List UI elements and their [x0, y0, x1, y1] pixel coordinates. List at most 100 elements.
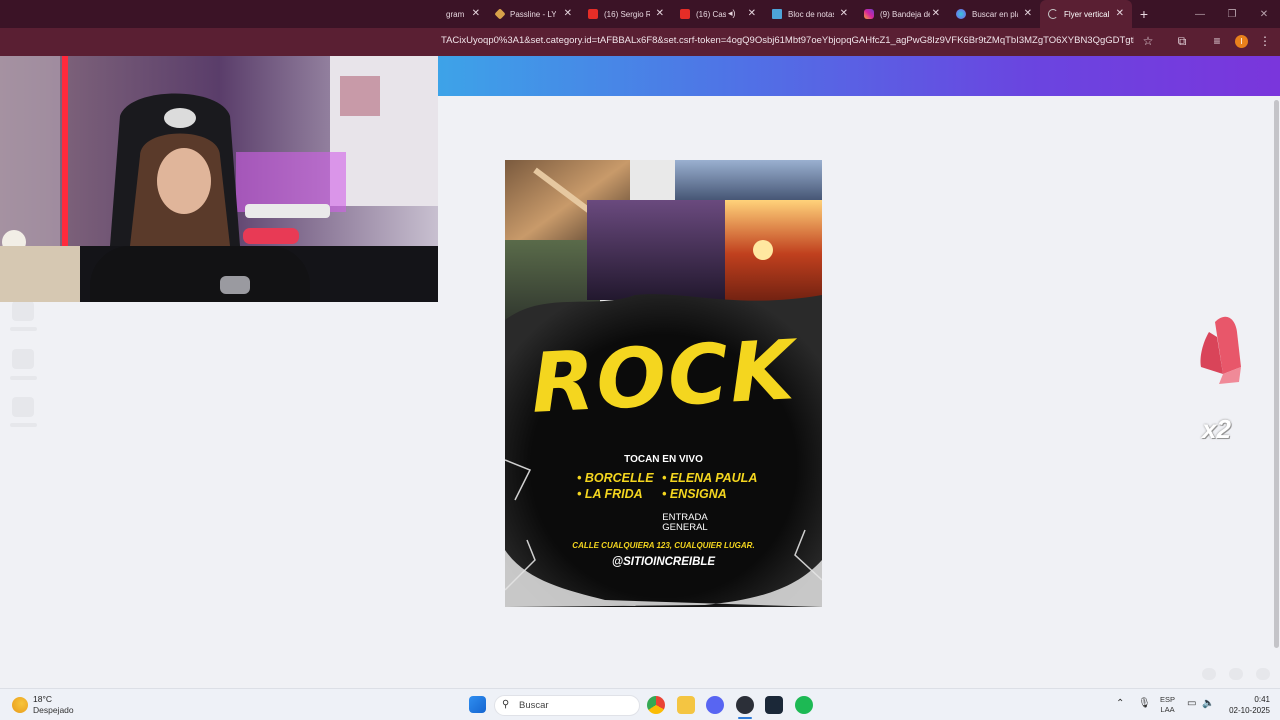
close-icon[interactable]: ✕: [656, 8, 664, 20]
youtube-favicon-icon: [588, 9, 598, 19]
tab-passline[interactable]: Passline - LYRIC ✕: [488, 0, 580, 28]
band-name: • BORCELLE: [577, 471, 654, 485]
entrada-label: ENTRADA GENERAL: [655, 513, 715, 533]
page-content: ROCK TOCAN EN VIVO • BORCELLE • LA FRIDA…: [0, 56, 1280, 688]
maximize-icon[interactable]: ❐: [1216, 9, 1248, 20]
purple-glow: [236, 152, 346, 212]
taskbar-search[interactable]: ⚲ Buscar: [494, 695, 640, 716]
active-app-indicator: [738, 717, 752, 719]
tab-strip-spacer: [0, 0, 438, 28]
keyboard-layout: LAA: [1160, 705, 1175, 714]
volume-icon[interactable]: 🔈: [1202, 698, 1214, 709]
instagram-favicon-icon: [864, 9, 874, 19]
discord-icon[interactable]: [706, 696, 724, 714]
close-icon[interactable]: ✕: [932, 8, 940, 20]
tab-youtube-sergio[interactable]: (16) Sergio Reyes ✕: [580, 0, 672, 28]
obs-icon[interactable]: [736, 696, 754, 714]
clock-time: 0:41: [1254, 695, 1270, 704]
bookmark-star-icon[interactable]: ☆: [1140, 34, 1156, 48]
neon-light-strip: [62, 56, 68, 246]
skeleton-item: [1202, 668, 1216, 680]
flyer-subtitle: TOCAN EN VIVO: [624, 454, 703, 465]
tab-title: Bloc de notas: [788, 9, 834, 19]
tab-title: (9) Bandeja de entrada: [880, 9, 930, 19]
tab-flyer-vertical[interactable]: Flyer vertical ✕: [1040, 0, 1132, 28]
window-blinds: [0, 56, 60, 246]
band-name: • ENSIGNA: [662, 487, 727, 501]
chevron-up-icon[interactable]: ⌃: [1116, 698, 1124, 709]
tab-youtube-casa[interactable]: (16) Casa ◂) ✕: [672, 0, 764, 28]
language-indicator[interactable]: ESP LAA: [1160, 695, 1175, 715]
close-window-icon[interactable]: ✕: [1248, 9, 1280, 20]
page-scrollbar[interactable]: [1274, 100, 1279, 648]
tab-canva-search[interactable]: Buscar en plantillas ✕: [948, 0, 1040, 28]
skeleton-item: [12, 349, 34, 369]
taskbar: 18°C Despejado ⚲ Buscar ⌃ 🎙 ESP LAA ▭ 🔈 …: [0, 688, 1280, 720]
loading-icon: [1048, 9, 1058, 19]
mic-arm: [245, 204, 330, 218]
skeleton-item: [10, 327, 37, 331]
chair-logo: [164, 108, 196, 128]
url-field[interactable]: TACixUyoqp0%3A1&set.category.id=tAFBBALx…: [441, 35, 1134, 46]
window-controls: — ❐ ✕: [1184, 0, 1280, 28]
windows-start-icon[interactable]: [469, 696, 486, 713]
extensions-icon[interactable]: ⧉: [1174, 34, 1190, 49]
close-icon[interactable]: ✕: [564, 8, 572, 20]
close-icon[interactable]: ✕: [748, 8, 756, 20]
menu-kebab-icon[interactable]: ⋮: [1257, 34, 1273, 48]
flyer-handle: @SITIOINCREIBLE: [611, 556, 716, 568]
tab-instagram-inbox[interactable]: (9) Bandeja de entrada ✕: [856, 0, 948, 28]
reaction-multiplier: x2: [1202, 414, 1231, 444]
tab-bloc-de-notas[interactable]: Bloc de notas ✕: [764, 0, 856, 28]
close-icon[interactable]: ✕: [472, 8, 480, 20]
close-icon[interactable]: ✕: [1116, 8, 1124, 20]
file-explorer-icon[interactable]: [677, 696, 695, 714]
band-name: • LA FRIDA: [577, 487, 643, 501]
steam-icon[interactable]: [765, 696, 783, 714]
tab-instagram[interactable]: gram ✕: [438, 0, 488, 28]
desk-items: [0, 246, 80, 302]
system-clock[interactable]: 0:41 02-10-2025: [1222, 694, 1270, 716]
sweater: [90, 246, 310, 302]
notepad-favicon-icon: [772, 9, 782, 19]
entrada-line: GENERAL: [662, 522, 708, 533]
search-icon: ⚲: [502, 699, 510, 710]
webcam-scene: [0, 56, 438, 254]
flyer-preview[interactable]: ROCK TOCAN EN VIVO • BORCELLE • LA FRIDA…: [505, 160, 822, 607]
flyer-address: CALLE CUALQUIERA 123, CUALQUIER LUGAR.: [572, 541, 755, 550]
tab-title: Passline - LYRIC: [510, 9, 556, 19]
minimize-icon[interactable]: —: [1184, 9, 1216, 20]
skeleton-item: [12, 397, 34, 417]
tab-strip: gram ✕ Passline - LYRIC ✕ (16) Sergio Re…: [0, 0, 1280, 28]
skeleton-item: [10, 423, 37, 427]
face: [157, 148, 211, 214]
poster: [340, 76, 380, 116]
weather-moon-icon[interactable]: [12, 697, 28, 713]
hand: [220, 276, 250, 294]
spotify-icon[interactable]: [795, 696, 813, 714]
weather-temperature[interactable]: 18°C: [33, 694, 52, 704]
canva-header-gradient: [438, 56, 1280, 96]
band-name: • ELENA PAULA: [662, 471, 758, 485]
tab-title: (16) Sergio Reyes: [604, 9, 650, 19]
desk-area: [0, 246, 438, 302]
close-icon[interactable]: ✕: [840, 8, 848, 20]
skeleton-item: [10, 376, 37, 380]
tab-title: (16) Casa: [696, 9, 726, 19]
profile-avatar[interactable]: I: [1235, 35, 1248, 48]
stage-light-shape: [753, 240, 773, 260]
media-control-icon[interactable]: ≡: [1209, 34, 1225, 48]
praying-hands-icon: [1200, 316, 1241, 384]
flyer-title: ROCK: [528, 323, 799, 432]
close-icon[interactable]: ✕: [1024, 8, 1032, 20]
skeleton-item: [12, 301, 34, 321]
clock-date: 02-10-2025: [1229, 706, 1270, 715]
new-tab-button[interactable]: +: [1132, 6, 1156, 22]
weather-description[interactable]: Despejado: [33, 705, 74, 715]
microphone: [243, 228, 299, 244]
network-icon[interactable]: ▭: [1187, 698, 1196, 709]
address-bar: TACixUyoqp0%3A1&set.category.id=tAFBBALx…: [0, 28, 1280, 56]
microphone-icon[interactable]: 🎙: [1138, 698, 1151, 709]
chrome-icon[interactable]: [647, 696, 665, 714]
speaker-icon[interactable]: ◂): [728, 8, 736, 19]
